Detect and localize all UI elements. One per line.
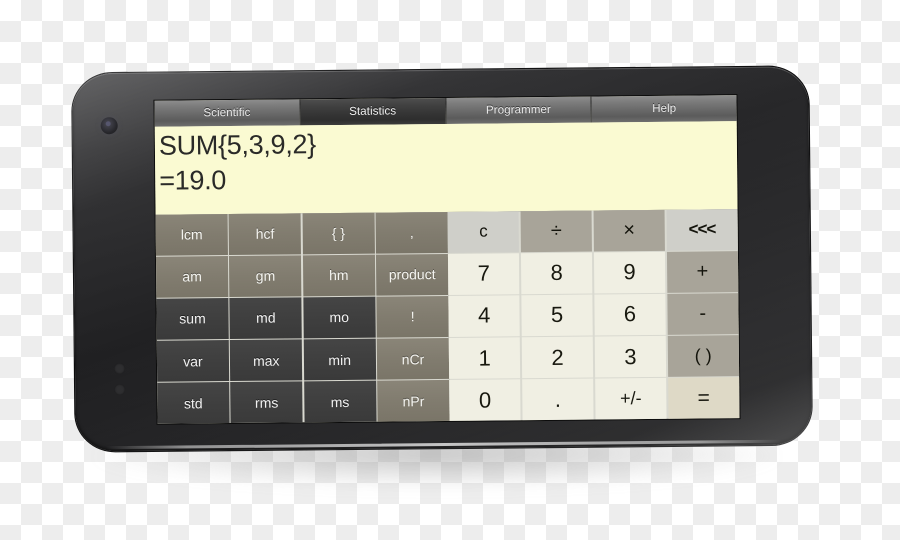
key-divide[interactable]: ÷ [520, 210, 593, 252]
key-rms[interactable]: rms [230, 381, 303, 424]
screenshot-canvas: Scientific Statistics Programmer Help SU… [0, 0, 900, 540]
key-ncr[interactable]: nCr [376, 338, 450, 380]
calculator-keypad: lcm hcf { } , am gm hm product sum md mo… [155, 209, 740, 424]
key-npr[interactable]: nPr [377, 380, 450, 422]
key-0[interactable]: 0 [449, 379, 521, 421]
tab-statistics[interactable]: Statistics [300, 97, 447, 126]
key-md[interactable]: md [229, 297, 303, 339]
key-hm[interactable]: hm [302, 254, 375, 297]
key-9[interactable]: 9 [593, 251, 666, 294]
front-camera-icon [100, 117, 118, 135]
display-expression: SUM{5,3,9,2} [158, 129, 317, 161]
phone-device-body: Scientific Statistics Programmer Help SU… [72, 66, 812, 452]
key-6[interactable]: 6 [594, 294, 666, 336]
tab-programmer[interactable]: Programmer [445, 96, 592, 124]
key-plus[interactable]: + [666, 251, 739, 293]
key-equals[interactable]: = [667, 377, 740, 419]
key-product[interactable]: product [376, 254, 449, 296]
key-min[interactable]: min [303, 338, 376, 381]
key-gm[interactable]: gm [229, 255, 302, 297]
phone-screen: Scientific Statistics Programmer Help SU… [154, 95, 740, 424]
key-comma[interactable]: , [375, 211, 448, 254]
key-max[interactable]: max [230, 339, 303, 381]
key-4[interactable]: 4 [448, 295, 521, 337]
key-sum[interactable]: sum [156, 298, 229, 340]
key-7[interactable]: 7 [447, 253, 520, 295]
key-multiply[interactable]: × [593, 209, 666, 252]
statistics-function-pad: lcm hcf { } , am gm hm product sum md mo… [155, 211, 450, 424]
key-1[interactable]: 1 [448, 337, 521, 379]
key-hcf[interactable]: hcf [228, 213, 302, 255]
display-result: =19.0 [159, 164, 227, 196]
tab-scientific[interactable]: Scientific [154, 99, 301, 127]
key-backspace[interactable]: <<< [666, 209, 738, 251]
key-var[interactable]: var [156, 340, 230, 382]
key-mo[interactable]: mo [303, 296, 376, 339]
key-lcm[interactable]: lcm [155, 214, 228, 256]
key-5[interactable]: 5 [521, 294, 593, 337]
key-decimal[interactable]: . [522, 378, 594, 421]
key-2[interactable]: 2 [521, 336, 594, 379]
key-minus[interactable]: - [666, 293, 739, 335]
numeric-pad: c ÷ × <<< 7 8 9 + 4 5 6 - 1 2 3 ( ) 0 . … [447, 209, 740, 421]
key-std[interactable]: std [157, 382, 230, 424]
key-8[interactable]: 8 [520, 252, 593, 294]
key-clear[interactable]: c [447, 211, 520, 253]
key-am[interactable]: am [155, 256, 229, 298]
sensor-dot-upper [113, 363, 126, 375]
key-sign-toggle[interactable]: +/- [594, 378, 667, 420]
key-ms[interactable]: ms [303, 381, 377, 423]
sensor-dot-lower [114, 384, 126, 396]
calculator-display[interactable]: SUM{5,3,9,2} =19.0 [154, 121, 738, 215]
key-factorial[interactable]: ! [376, 296, 449, 338]
key-braces[interactable]: { } [302, 212, 375, 254]
key-3[interactable]: 3 [594, 336, 667, 378]
tab-help[interactable]: Help [591, 95, 737, 123]
key-parentheses[interactable]: ( ) [667, 335, 740, 377]
camera-lens-glint [105, 121, 111, 127]
